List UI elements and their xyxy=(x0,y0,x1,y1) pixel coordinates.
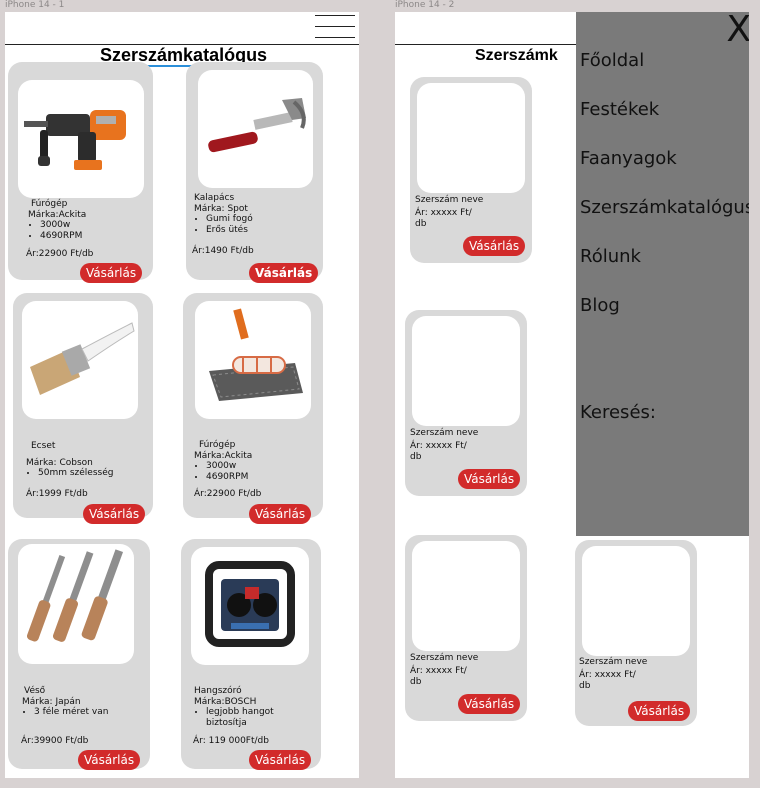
product-image-placeholder xyxy=(417,83,525,193)
product-price: Ár:22900 Ft/db xyxy=(26,249,94,259)
product-card: Szerszám neve Ár: xxxxx Ft/ db Vásárlás xyxy=(405,310,527,496)
search-label: Keresés: xyxy=(580,402,656,423)
product-price: Ár:1999 Ft/db xyxy=(26,489,88,499)
product-card: Véső Márka: Japán 3 féle méret van Ár:39… xyxy=(8,539,150,770)
product-feature: Erős ütés xyxy=(206,225,253,236)
frame-label-2: iPhone 14 - 2 xyxy=(395,0,455,10)
paintbrush-image xyxy=(22,301,138,419)
product-card: Ecset Márka: Cobson 50mm szélesség Ár:19… xyxy=(13,293,153,524)
product-info: Kalapács Márka: Spot Gumi fogó Erős ütés xyxy=(194,193,253,235)
product-info: Véső Márka: Japán 3 féle méret van xyxy=(22,686,108,718)
product-name: Véső xyxy=(24,686,46,696)
menu-item-blog[interactable]: Blog xyxy=(580,295,620,316)
product-image-placeholder xyxy=(412,316,520,426)
chisels-image xyxy=(18,544,134,664)
product-price: Ár:39900 Ft/db xyxy=(21,736,89,746)
product-info: Fúrógép Márka:Ackita 3000w 4690RPM xyxy=(194,440,252,482)
hamburger-menu-icon[interactable] xyxy=(315,15,355,39)
product-price: Ár:22900 Ft/db xyxy=(194,489,262,499)
product-card: Szerszám neve Ár: xxxxx Ft/ db Vásárlás xyxy=(575,540,697,726)
frame-label-1: iPhone 14 - 1 xyxy=(5,0,65,10)
product-feature: 3000w xyxy=(206,461,252,472)
product-price: Ár: xxxxx Ft/ db xyxy=(579,670,636,691)
product-feature: 4690RPM xyxy=(206,472,252,483)
product-feature: 50mm szélesség xyxy=(38,468,113,479)
product-card: Szerszám neve Ár: xxxxx Ft/ db Vásárlás xyxy=(410,77,532,263)
product-card: Fúrógép Márka:Ackita 3000w 4690RPM Ár:22… xyxy=(183,293,323,524)
product-card: Fúrógép Márka:Ackita 3000w 4690RPM Ár:22… xyxy=(8,62,153,283)
menu-item-home[interactable]: Főoldal xyxy=(580,50,644,71)
product-info: Ecset Márka: Cobson 50mm szélesség xyxy=(26,441,113,479)
buy-button[interactable]: Vásárlás xyxy=(78,750,141,770)
product-info: Fúrógép Márka:Ackita 3000w 4690RPM xyxy=(28,199,86,241)
nav-menu-overlay: X Főoldal Festékek Faanyagok Szerszámkat… xyxy=(576,12,749,536)
product-info: Hangszóró Márka:BOSCH legjobb hangot biz… xyxy=(194,686,290,728)
hammer-drill-image xyxy=(18,80,144,198)
buy-button[interactable]: Vásárlás xyxy=(83,504,146,524)
paint-roller-image xyxy=(195,301,311,419)
product-image-placeholder xyxy=(582,546,690,656)
product-brand: Márka:Ackita xyxy=(194,450,253,461)
menu-item-timber[interactable]: Faanyagok xyxy=(580,148,677,169)
product-feature: 4690RPM xyxy=(40,231,86,242)
hammer-image xyxy=(198,70,313,188)
buy-button[interactable]: Vásárlás xyxy=(249,750,312,770)
buy-button[interactable]: Vásárlás xyxy=(80,263,143,283)
product-brand: Márka: Cobson xyxy=(26,457,93,468)
product-price: Ár: xxxxx Ft/ db xyxy=(410,441,467,462)
product-price: Ár: xxxxx Ft/ db xyxy=(410,666,467,687)
product-feature: Gumi fogó xyxy=(206,214,253,225)
product-price: Ár: xxxxx Ft/ db xyxy=(415,208,472,229)
page-title: Szerszámk xyxy=(475,47,558,64)
product-name: Szerszám neve xyxy=(410,428,479,438)
product-name: Fúrógép xyxy=(31,199,68,209)
product-feature: 3000w xyxy=(40,220,86,231)
product-name: Fúrógép xyxy=(199,440,236,450)
product-image-placeholder xyxy=(412,541,520,651)
product-brand: Márka:Ackita xyxy=(28,209,87,220)
buy-button[interactable]: Vásárlás xyxy=(463,236,526,256)
product-card: Kalapács Márka: Spot Gumi fogó Erős ütés… xyxy=(186,62,323,283)
phone-frame-catalog: Szerszámkatalógus Fúrógép Márka:Ackita 3… xyxy=(5,12,359,778)
product-name: Szerszám neve xyxy=(579,657,648,667)
product-feature: legjobb hangot biztosítja xyxy=(206,707,290,728)
close-icon[interactable]: X xyxy=(726,12,749,50)
product-name: Szerszám neve xyxy=(410,653,479,663)
product-card: Hangszóró Márka:BOSCH legjobb hangot biz… xyxy=(181,539,321,770)
buy-button[interactable]: Vásárlás xyxy=(628,701,691,721)
menu-item-about[interactable]: Rólunk xyxy=(580,246,641,267)
phone-frame-menu-open: Szerszámk Szerszám neve Ár: xxxxx Ft/ db… xyxy=(395,12,749,778)
speaker-image xyxy=(191,547,309,665)
product-price: Ár:1490 Ft/db xyxy=(192,246,254,256)
product-name: Ecset xyxy=(31,441,56,451)
buy-button[interactable]: Vásárlás xyxy=(249,504,312,524)
product-price: Ár: 119 000Ft/db xyxy=(193,736,269,746)
buy-button[interactable]: Vásárlás xyxy=(249,263,319,283)
product-feature: 3 féle méret van xyxy=(34,707,108,718)
product-brand: Márka:BOSCH xyxy=(194,696,257,707)
menu-item-tool-catalog[interactable]: Szerszámkatalógus xyxy=(580,197,749,218)
product-brand: Márka: Spot xyxy=(194,203,248,214)
buy-button[interactable]: Vásárlás xyxy=(458,469,521,489)
product-card: Szerszám neve Ár: xxxxx Ft/ db Vásárlás xyxy=(405,535,527,721)
product-name: Hangszóró xyxy=(194,686,242,696)
menu-item-paints[interactable]: Festékek xyxy=(580,99,659,120)
product-name: Kalapács xyxy=(194,193,235,203)
product-name: Szerszám neve xyxy=(415,195,484,205)
buy-button[interactable]: Vásárlás xyxy=(458,694,521,714)
product-brand: Márka: Japán xyxy=(22,696,81,707)
